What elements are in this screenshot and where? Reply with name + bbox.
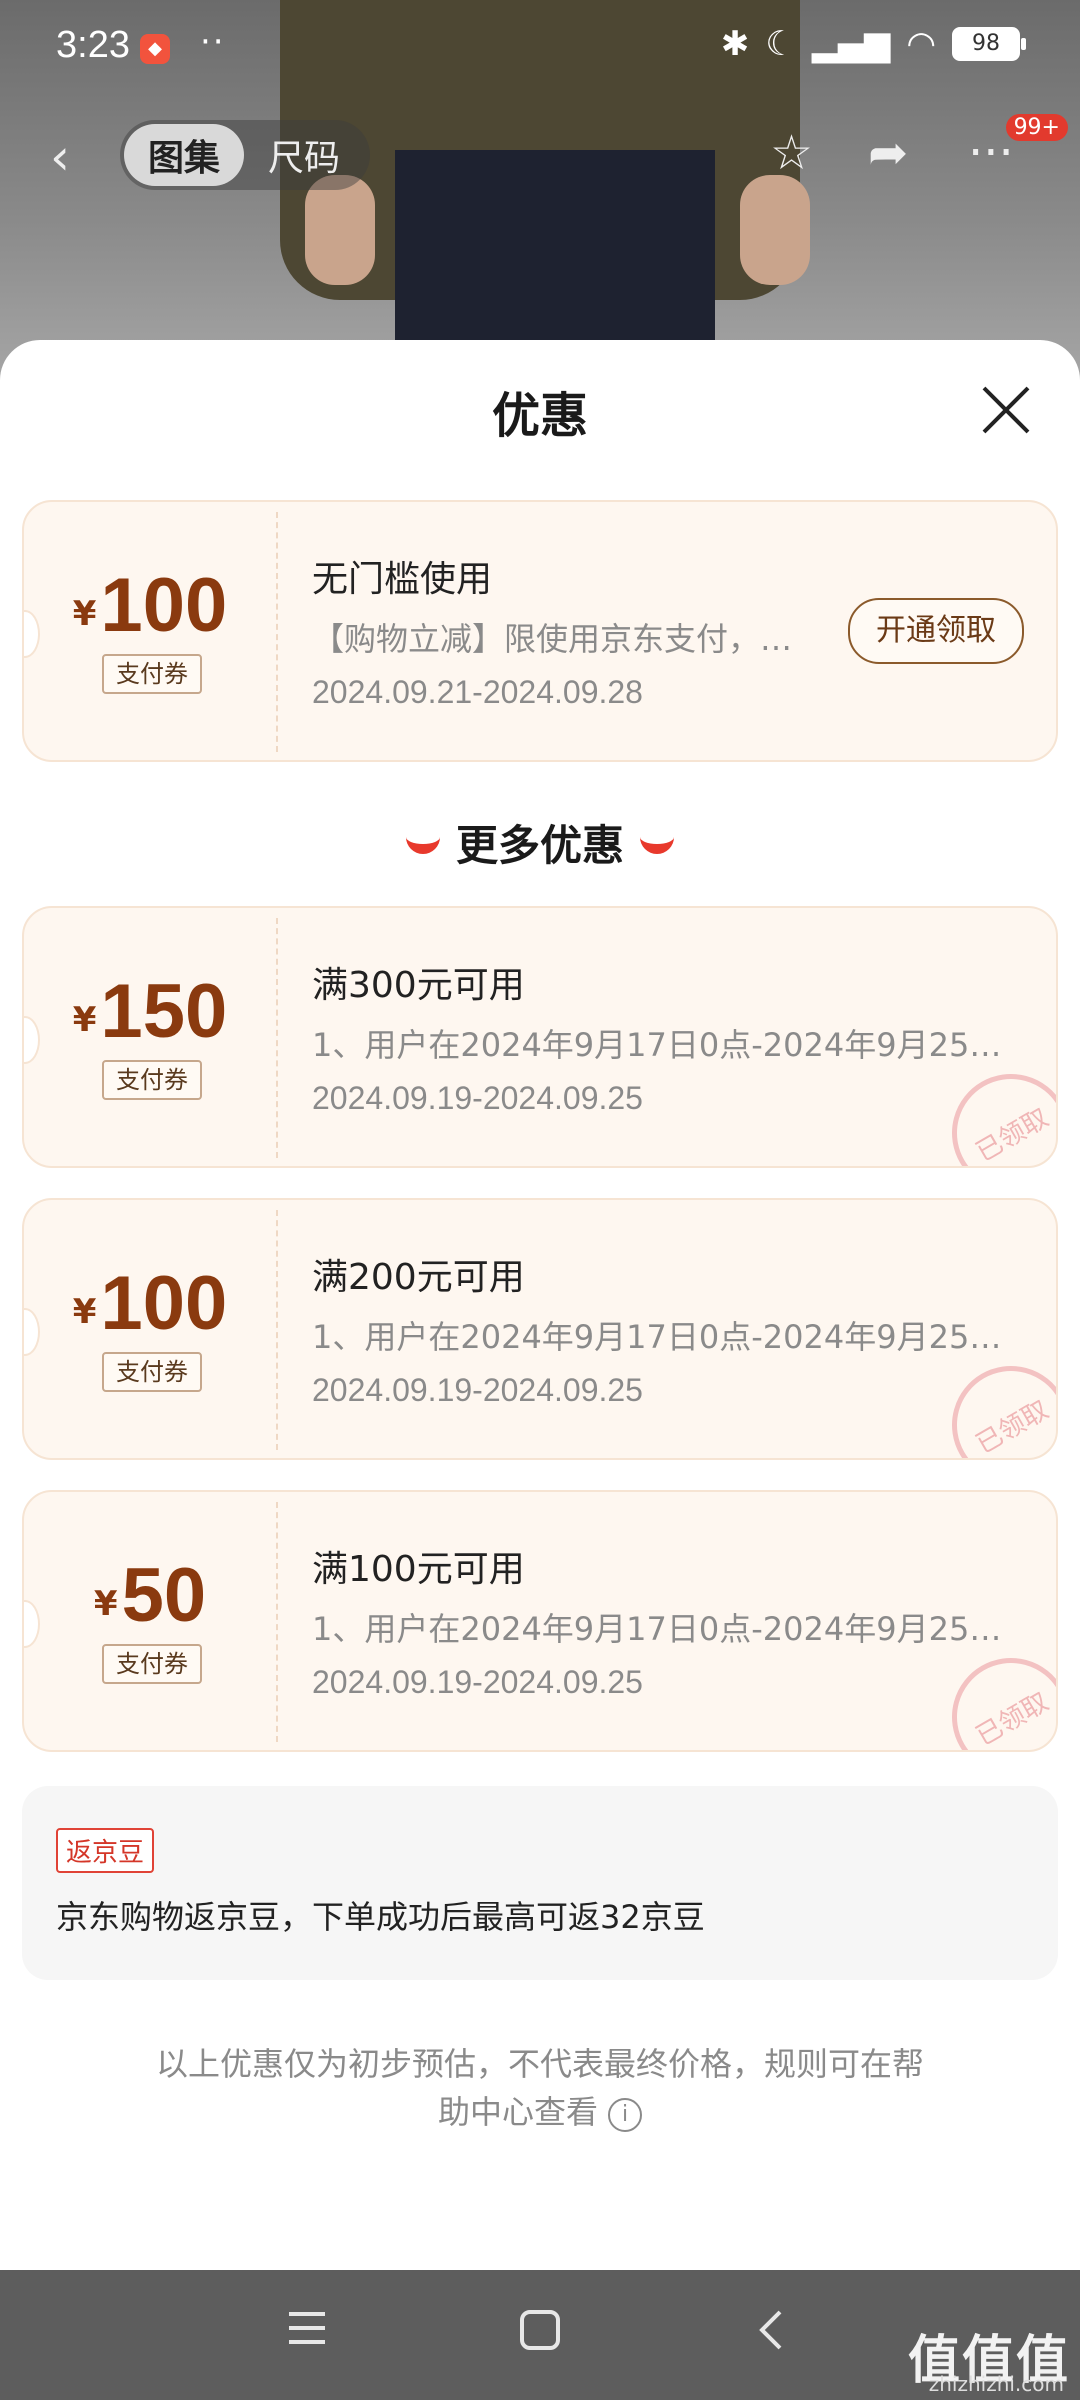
coupon-amount: ¥150 — [24, 968, 276, 1055]
coupon-date: 2024.09.21-2024.09.28 — [312, 674, 643, 710]
coupon-divider — [276, 1210, 278, 1450]
amount-value: 100 — [100, 563, 228, 648]
activate-claim-button[interactable]: 开通领取 — [848, 598, 1024, 664]
close-icon[interactable] — [974, 378, 1038, 442]
share-icon[interactable]: ➦ — [868, 125, 908, 181]
amount-value: 150 — [100, 969, 228, 1054]
back-chevron-icon[interactable]: ‹ — [50, 128, 70, 186]
rebate-tag: 返京豆 — [56, 1828, 155, 1873]
coupon-card: ¥150 支付券 满300元可用 1、用户在2024年9月17日0点-2024年… — [22, 906, 1058, 1168]
currency-symbol: ¥ — [72, 1000, 97, 1040]
jingdou-rebate-box: 返京豆 京东购物返京豆，下单成功后最高可返32京豆 — [22, 1786, 1058, 1980]
coupon-desc: 【购物立减】限使用京东支付，… — [312, 620, 793, 658]
currency-symbol: ¥ — [93, 1584, 118, 1624]
menu-icon[interactable] — [285, 2308, 329, 2348]
claimed-stamp: 已领取 — [930, 1636, 1056, 1750]
coupon-title: 满200元可用 — [312, 1257, 525, 1298]
more-discounts-heading: 更多优惠 — [0, 812, 1080, 873]
amount-value: 50 — [121, 1553, 207, 1638]
smile-left-icon — [405, 830, 440, 854]
currency-symbol: ¥ — [72, 1292, 97, 1332]
rebate-text: 京东购物返京豆，下单成功后最高可返32京豆 — [56, 1898, 705, 1936]
coupon-amount: ¥100 — [24, 562, 276, 649]
signal-icon: ▂▄▆ — [811, 24, 891, 64]
watermark-url: zhizhizhi.com — [928, 2372, 1064, 2396]
favorite-star-icon[interactable]: ☆ — [770, 125, 813, 181]
coupon-type-tag: 支付券 — [102, 1352, 202, 1392]
tab-gallery[interactable]: 图集 — [124, 124, 244, 186]
status-time: 3:23 — [56, 24, 130, 66]
coupon-date: 2024.09.19-2024.09.25 — [312, 1664, 643, 1700]
coupon-date: 2024.09.19-2024.09.25 — [312, 1372, 643, 1408]
disclaimer-note: 以上优惠仅为初步预估，不代表最终价格，规则可在帮 助中心查看 i — [140, 2040, 940, 2136]
top-nav: ‹ 图集 尺码 ☆ ➦ ··· 99+ — [0, 114, 1080, 190]
coupon-date: 2024.09.19-2024.09.25 — [312, 1080, 643, 1116]
coupon-desc: 1、用户在2024年9月17日0点-2024年9月25日… — [312, 1026, 1032, 1064]
coupon-card: ¥100 支付券 满200元可用 1、用户在2024年9月17日0点-2024年… — [22, 1198, 1058, 1460]
more-discounts-label: 更多优惠 — [455, 821, 624, 870]
claimed-stamp: 已领取 — [930, 1344, 1056, 1458]
tab-size[interactable]: 尺码 — [244, 129, 364, 181]
coupon-divider — [276, 512, 278, 752]
coupon-type-tag: 支付券 — [102, 1060, 202, 1100]
coupon-title: 无门槛使用 — [312, 559, 493, 600]
coupon-title: 满300元可用 — [312, 965, 525, 1006]
app-notification-icon: ◆ — [140, 34, 170, 64]
coupon-divider — [276, 918, 278, 1158]
hand-left-graphic — [305, 175, 375, 285]
moon-icon: ☾ — [765, 24, 796, 64]
smile-right-icon — [640, 830, 674, 854]
amount-value: 100 — [100, 1261, 228, 1346]
coupon-card: ¥50 支付券 满100元可用 1、用户在2024年9月17日0点-2024年9… — [22, 1490, 1058, 1752]
status-bar: 3:23 ◆ ·· ✱ ☾ ▂▄▆ ◠ 98 — [0, 0, 1080, 105]
more-notifications-icon: ·· — [200, 22, 226, 62]
coupon-desc: 1、用户在2024年9月17日0点-2024年9月25日… — [312, 1610, 1032, 1648]
coupon-type-tag: 支付券 — [102, 654, 202, 694]
coupon-divider — [276, 1502, 278, 1742]
help-center-link[interactable]: 助中心查看 i — [140, 2088, 940, 2136]
disclaimer-line-1: 以上优惠仅为初步预估，不代表最终价格，规则可在帮 — [155, 2045, 924, 2083]
claimed-stamp: 已领取 — [930, 1052, 1056, 1166]
coupon-amount: ¥100 — [24, 1260, 276, 1347]
primary-coupon-card: ¥100 支付券 无门槛使用 【购物立减】限使用京东支付，… 2024.09.2… — [22, 500, 1058, 762]
currency-symbol: ¥ — [72, 594, 97, 634]
message-count-badge: 99+ — [1005, 114, 1068, 141]
home-icon[interactable] — [518, 2308, 562, 2352]
battery-icon: 98 — [952, 27, 1026, 61]
coupon-desc: 1、用户在2024年9月17日0点-2024年9月25日… — [312, 1318, 1032, 1356]
coupon-amount: ¥50 — [24, 1552, 276, 1639]
info-icon[interactable]: i — [608, 2098, 642, 2132]
coupon-title: 满100元可用 — [312, 1549, 525, 1590]
gallery-size-switch: 图集 尺码 — [120, 120, 370, 190]
sheet-title: 优惠 — [491, 388, 588, 444]
wifi-icon: ◠ — [906, 24, 936, 64]
coupon-type-tag: 支付券 — [102, 1644, 202, 1684]
bluetooth-icon: ✱ — [720, 24, 750, 64]
disclaimer-line-2: 助中心查看 — [437, 2093, 598, 2131]
hand-right-graphic — [740, 175, 810, 285]
back-icon[interactable] — [756, 2308, 786, 2352]
